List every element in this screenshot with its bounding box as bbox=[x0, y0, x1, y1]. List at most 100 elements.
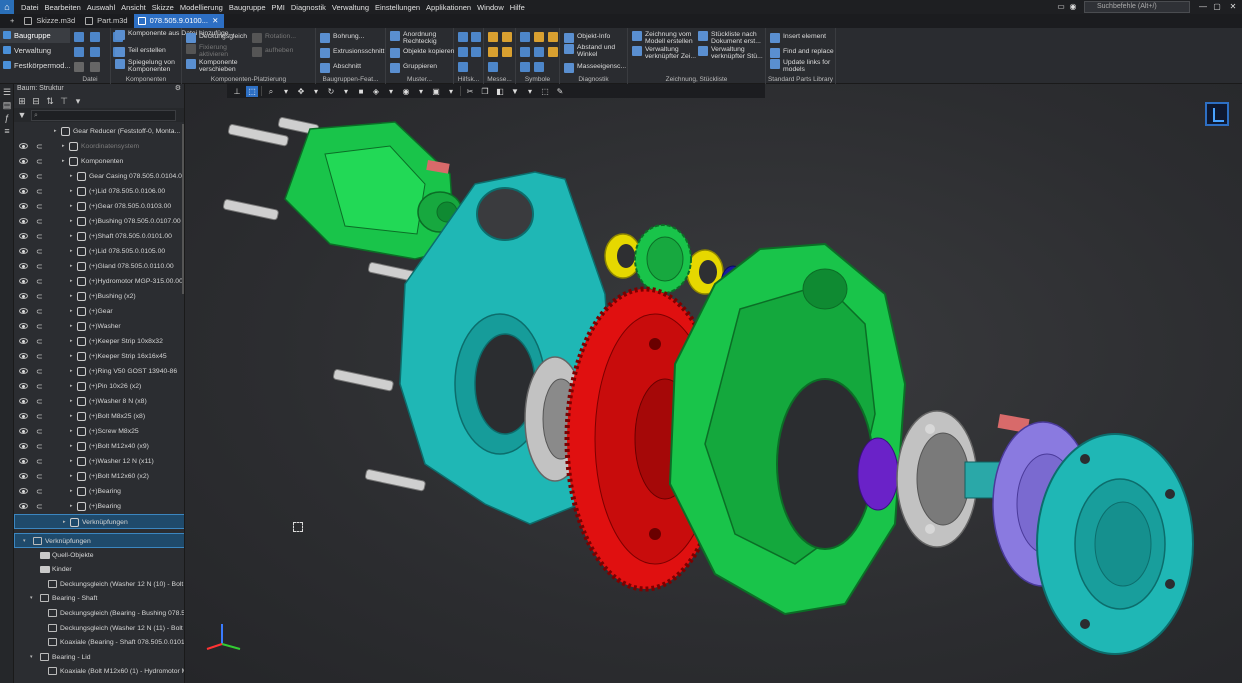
object-info-button[interactable]: Objekt-Info bbox=[564, 33, 610, 43]
expand-arrow-icon[interactable]: ▸ bbox=[70, 244, 73, 259]
expand-arrow-icon[interactable]: ▸ bbox=[70, 304, 73, 319]
expand-arrow-icon[interactable]: ▸ bbox=[70, 199, 73, 214]
expand-arrow-icon[interactable]: ▸ bbox=[70, 424, 73, 439]
tree-row[interactable]: ⊂ ▸ (+)Lid 078.505.0.0106.00 bbox=[14, 184, 184, 199]
tree-row[interactable]: ⊂ ▸ Koordinatensystem bbox=[14, 139, 184, 154]
tree-row[interactable]: ⊂ ▸ (+)Gear bbox=[14, 304, 184, 319]
manage-drawings-button[interactable]: Verwaltung verknüpfter Zei... bbox=[632, 46, 698, 60]
expand-arrow-icon[interactable]: ▸ bbox=[63, 515, 66, 528]
tree-row[interactable]: ⊂ ▸ (+)Lid 078.505.0.0105.00 bbox=[14, 244, 184, 259]
tree-row[interactable]: ⊂ ▸ (+)Pin 10x26 (x2) bbox=[14, 379, 184, 394]
save-all-icon[interactable] bbox=[90, 47, 100, 57]
menu-item-datei[interactable]: Datei bbox=[18, 3, 42, 12]
expand-arrow-icon[interactable]: ▸ bbox=[62, 154, 65, 169]
expand-arrow-icon[interactable]: ▸ bbox=[70, 364, 73, 379]
tab-assembly[interactable]: 078.505.9.0100... ✕ bbox=[133, 14, 225, 28]
link-icon[interactable]: ⊂ bbox=[36, 487, 43, 496]
tree-view-icon[interactable]: ⊞ bbox=[17, 96, 27, 106]
tree-row[interactable]: ⊂ ▸ (+)Keeper Strip 16x16x45 bbox=[14, 349, 184, 364]
link-icon[interactable]: ⊂ bbox=[36, 427, 43, 436]
layout-icon[interactable]: ▭ bbox=[1056, 2, 1066, 12]
menu-item-baugruppe[interactable]: Baugruppe bbox=[226, 3, 269, 12]
expand-arrow-icon[interactable]: ▸ bbox=[70, 484, 73, 499]
manage-bom-button[interactable]: Verwaltung verknüpfter Stü... bbox=[698, 46, 764, 60]
expand-arrow-icon[interactable]: ▸ bbox=[70, 454, 73, 469]
tree-search-input[interactable]: ⌕ bbox=[31, 109, 176, 121]
tree-row[interactable]: ⊂ ▸ (+)Gland 078.505.0.0110.00 bbox=[14, 259, 184, 274]
aux-icon[interactable] bbox=[458, 47, 468, 57]
link-icon[interactable]: ⊂ bbox=[36, 142, 43, 151]
visibility-eye-icon[interactable] bbox=[19, 488, 28, 494]
expand-arrow-icon[interactable]: ▸ bbox=[70, 214, 73, 229]
visibility-eye-icon[interactable] bbox=[19, 188, 28, 194]
tab-close-icon[interactable]: ✕ bbox=[212, 16, 218, 25]
settings-gear-icon[interactable]: ⚙ bbox=[175, 84, 181, 94]
aux-icon[interactable] bbox=[471, 47, 481, 57]
symbol-icon[interactable] bbox=[548, 47, 558, 57]
menu-item-ansicht[interactable]: Ansicht bbox=[118, 3, 149, 12]
symbol-icon[interactable] bbox=[534, 47, 544, 57]
undo-icon[interactable] bbox=[74, 62, 84, 72]
visibility-eye-icon[interactable] bbox=[19, 353, 28, 359]
link-icon[interactable]: ⊂ bbox=[36, 412, 43, 421]
measure-icon[interactable] bbox=[502, 47, 512, 57]
link-icon[interactable]: ⊂ bbox=[36, 397, 43, 406]
mode-baugruppe[interactable]: Baugruppe bbox=[0, 28, 70, 43]
expand-arrow-icon[interactable]: ▸ bbox=[70, 274, 73, 289]
mode-festkoerper[interactable]: Festkörpermod... bbox=[0, 58, 71, 73]
link-icon[interactable]: ⊂ bbox=[36, 292, 43, 301]
tree-row[interactable]: ⊂ ▸ (+)Bolt M12x60 (x2) bbox=[14, 469, 184, 484]
move-component-button[interactable]: Komponente verschieben bbox=[186, 59, 246, 73]
structure-icon[interactable]: ⊟ bbox=[31, 96, 41, 106]
symbol-icon[interactable] bbox=[520, 32, 530, 42]
visibility-eye-icon[interactable] bbox=[19, 218, 28, 224]
close-icon[interactable]: ✕ bbox=[1228, 2, 1238, 12]
create-drawing-button[interactable]: Zeichnung vom Modell erstellen bbox=[632, 31, 698, 45]
visibility-eye-icon[interactable] bbox=[19, 158, 28, 164]
menu-item-modellierung[interactable]: Modellierung bbox=[177, 3, 226, 12]
tree-row[interactable]: ⊂ ▸ (+)Bolt M12x40 (x9) bbox=[14, 439, 184, 454]
symbol-icon[interactable] bbox=[548, 32, 558, 42]
tree-row[interactable]: ⊂ ▸ (+)Washer 8 N (x8) bbox=[14, 394, 184, 409]
tree-row[interactable]: ⊂ ▸ (+)Hydromotor MGP-315.00.00 bbox=[14, 274, 184, 289]
release-button[interactable]: aufheben bbox=[252, 47, 293, 57]
menu-item-bearbeiten[interactable]: Bearbeiten bbox=[42, 3, 84, 12]
tree-row[interactable]: ⊂ ▸ (+)Bearing bbox=[14, 499, 184, 514]
visibility-eye-icon[interactable] bbox=[19, 368, 28, 374]
menu-item-diagnostik[interactable]: Diagnostik bbox=[288, 3, 329, 12]
3d-viewport[interactable]: ⊥ ⬚ ⌕ ▾ ✥ ▾ ↻ ▾ ■ ◈ ▾ ◉ ▾ ▣ ▾ ✂ ❐ ◧ ▼ ▾ … bbox=[185, 84, 1242, 683]
expand-arrow-icon[interactable]: ▸ bbox=[70, 229, 73, 244]
expand-arrow-icon[interactable]: ▸ bbox=[70, 379, 73, 394]
expand-arrow-icon[interactable]: ▾ bbox=[23, 534, 26, 547]
tree-icon[interactable]: ☰ bbox=[2, 87, 12, 97]
measure-icon[interactable] bbox=[488, 47, 498, 57]
rotation-button[interactable]: Rotation... bbox=[252, 33, 296, 43]
tree-row[interactable]: ⊂ ▸ (+)Bushing (x2) bbox=[14, 289, 184, 304]
link-icon[interactable]: ⊂ bbox=[36, 337, 43, 346]
app-logo-icon[interactable]: ⌂ bbox=[0, 0, 14, 14]
fix-activate-button[interactable]: Fixierung aktivieren bbox=[186, 44, 246, 58]
visibility-eye-icon[interactable] bbox=[19, 323, 28, 329]
camera-icon[interactable]: ◉ bbox=[1068, 2, 1078, 12]
link-icon[interactable]: ⊂ bbox=[36, 217, 43, 226]
create-part-button[interactable]: Teil erstellen bbox=[115, 47, 166, 57]
expand-arrow-icon[interactable]: ▸ bbox=[70, 334, 73, 349]
copy-objects-button[interactable]: Objekte kopieren bbox=[390, 48, 454, 58]
visibility-eye-icon[interactable] bbox=[19, 308, 28, 314]
command-search-input[interactable]: Suchbefehle (Alt+/) bbox=[1084, 1, 1190, 13]
tree-row[interactable]: ▸ Gear Reducer (Feststoff-0, Monta... bbox=[14, 124, 184, 139]
measure-icon[interactable] bbox=[488, 32, 498, 42]
menu-item-hilfe[interactable]: Hilfe bbox=[507, 3, 528, 12]
coincident-button[interactable]: Deckungsgleich bbox=[186, 33, 247, 43]
update-links-button[interactable]: Update links for models bbox=[770, 59, 832, 73]
link-icon[interactable]: ⊂ bbox=[36, 442, 43, 451]
symbol-icon[interactable] bbox=[534, 32, 544, 42]
expand-arrow-icon[interactable]: ▸ bbox=[70, 469, 73, 484]
distance-angle-button[interactable]: Abstand und Winkel bbox=[564, 44, 624, 58]
expand-arrow-icon[interactable]: ▸ bbox=[70, 349, 73, 364]
link-icon[interactable]: ⊂ bbox=[36, 367, 43, 376]
aux-icon[interactable] bbox=[458, 62, 468, 72]
tree-row[interactable]: ⊂ ▸ (+)Washer bbox=[14, 319, 184, 334]
link-icon[interactable]: ⊂ bbox=[36, 172, 43, 181]
menu-item-pmi[interactable]: PMI bbox=[269, 3, 288, 12]
